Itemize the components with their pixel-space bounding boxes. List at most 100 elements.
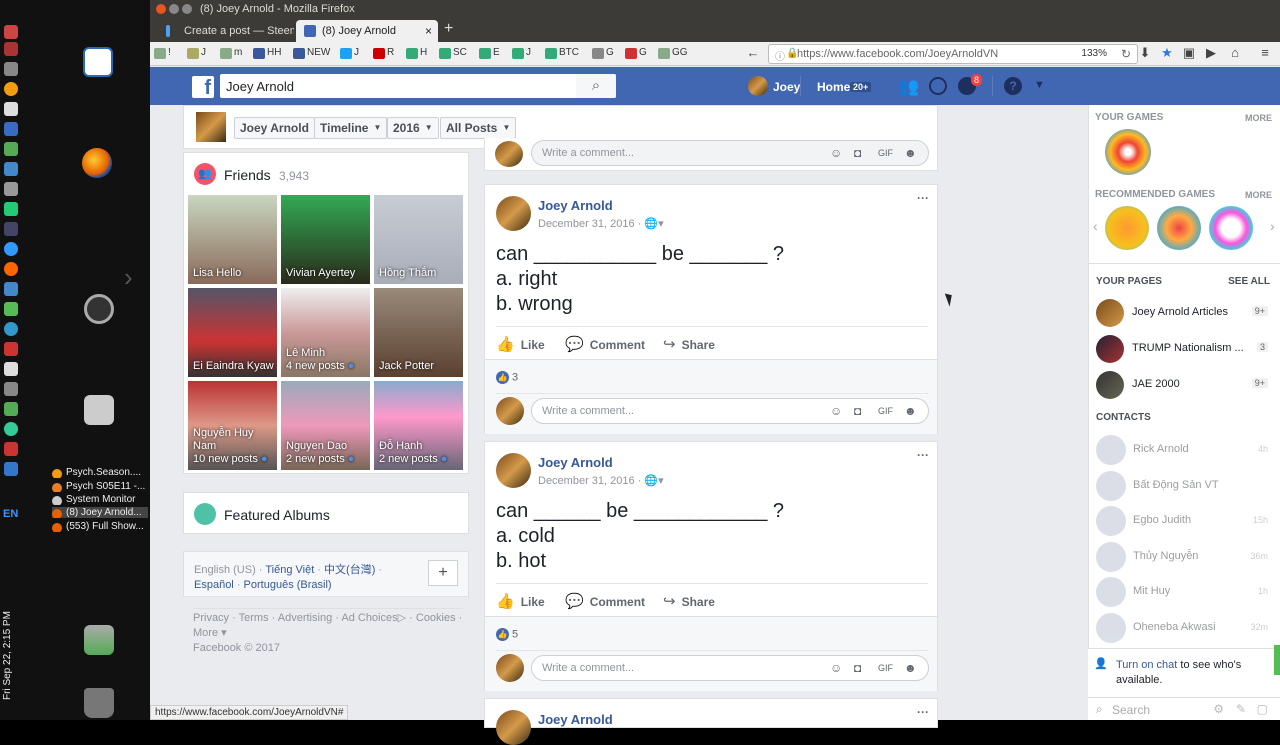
friend-requests-icon[interactable]: 👥 — [898, 77, 919, 97]
footer-link-privacy[interactable]: Privacy — [193, 612, 229, 624]
contact-item[interactable]: Rick Arnold 4h — [1096, 435, 1276, 465]
scrollbar-thumb[interactable] — [1274, 645, 1280, 675]
chevron-right-icon[interactable]: › — [124, 262, 133, 293]
privacy-globe-icon[interactable]: 🌐▾ — [644, 218, 663, 230]
window-titlebar[interactable]: (8) Joey Arnold - Mozilla Firefox — [150, 0, 1280, 18]
footer-link-advertising[interactable]: Advertising — [278, 612, 332, 624]
gif-icon[interactable]: GIF — [878, 148, 893, 158]
telegram-icon[interactable] — [4, 422, 18, 436]
comment-input[interactable]: Write a comment... ☺ ◘ GIF ☻ — [531, 398, 929, 424]
bookmark-icon[interactable] — [625, 48, 637, 59]
share-button[interactable]: ↪ Share — [663, 335, 715, 353]
friend-tile[interactable]: Nguyen Dao 2 new posts ● — [281, 381, 370, 470]
candy-crush-game-icon[interactable] — [1105, 129, 1151, 175]
bookmark-icon[interactable] — [293, 48, 305, 59]
bookmark-label[interactable]: GG — [672, 47, 688, 58]
post-author[interactable]: Joey Arnold — [538, 455, 613, 470]
comment-input[interactable]: Write a comment... ☺ ◘ GIF ☻ — [531, 655, 929, 681]
emoji-icon[interactable]: ☺ — [830, 661, 842, 675]
bitcoin-icon[interactable] — [4, 82, 18, 96]
maximize-window-icon[interactable] — [182, 4, 192, 14]
firefox-icon[interactable] — [4, 262, 18, 276]
download-icon[interactable]: ⬇ — [1138, 46, 1152, 60]
taskbar-window-item[interactable]: System Monitor — [52, 494, 148, 505]
expand-icon[interactable]: ▢ — [1257, 702, 1268, 716]
bookmark-label[interactable]: G — [606, 47, 614, 58]
app-launcher-icon[interactable] — [4, 25, 18, 39]
url-text[interactable]: https://www.facebook.com/JoeyArnoldVN — [797, 48, 998, 60]
bookmark-label[interactable]: R — [387, 47, 394, 58]
emoji-icon[interactable]: ☺ — [830, 146, 842, 160]
folder-icon[interactable] — [4, 282, 18, 296]
document-desktop-icon[interactable] — [83, 47, 113, 77]
app-launcher-icon[interactable] — [4, 382, 18, 396]
bookmark-label[interactable]: J — [201, 47, 206, 58]
taskbar-window-item[interactable]: Psych S05E11 -... — [52, 481, 148, 492]
trash-icon[interactable] — [84, 688, 114, 718]
gif-icon[interactable]: GIF — [878, 406, 893, 416]
taskbar-window-item[interactable]: (8) Joey Arnold... — [52, 507, 148, 518]
language-link[interactable]: Español — [194, 579, 234, 591]
document-icon[interactable] — [4, 102, 18, 116]
see-all-pages-link[interactable]: SEE ALL — [1228, 276, 1270, 287]
chevron-left-icon[interactable]: ‹ — [1093, 218, 1098, 234]
timeline-dropdown[interactable]: Timeline ▼ — [314, 117, 388, 139]
bookmark-label[interactable]: ! — [168, 47, 171, 58]
taskbar-window-item[interactable]: Psych.Season.... — [52, 467, 148, 478]
friends-title[interactable]: Friends — [224, 167, 271, 183]
help-icon[interactable]: ? — [1004, 77, 1022, 95]
close-window-icon[interactable] — [156, 4, 166, 14]
reload-icon[interactable]: ↻ — [1121, 47, 1131, 61]
firefox-desktop-icon[interactable] — [82, 148, 112, 178]
bookmark-icon[interactable] — [406, 48, 418, 59]
tab-steem[interactable]: Create a post — Steem — [158, 20, 294, 42]
game-icon[interactable] — [1105, 206, 1149, 250]
monitor-icon[interactable] — [4, 362, 18, 376]
app-launcher-icon[interactable] — [4, 162, 18, 176]
globe-icon[interactable] — [4, 242, 18, 256]
bookmark-icon[interactable] — [479, 48, 491, 59]
turn-on-chat-link[interactable]: Turn on chat — [1116, 659, 1177, 671]
sticker-icon[interactable]: ☻ — [904, 146, 917, 160]
bookmark-icon[interactable] — [658, 48, 670, 59]
friend-tile[interactable]: Lisa Hello — [188, 195, 277, 284]
bookmark-icon[interactable] — [187, 48, 199, 59]
bookmark-label[interactable]: m — [234, 47, 242, 58]
bookmark-icon[interactable] — [154, 48, 166, 59]
posts-filter-dropdown[interactable]: All Posts ▼ — [440, 117, 517, 139]
comment-button[interactable]: 💬 Comment — [565, 592, 645, 610]
chromium-icon[interactable] — [4, 322, 18, 336]
footer-link-more[interactable]: More — [193, 627, 218, 639]
friend-tile[interactable]: Hồng Thắm — [374, 195, 463, 284]
gif-icon[interactable]: GIF — [878, 663, 893, 673]
post-date[interactable]: December 31, 2016 · 🌐▾ — [538, 217, 664, 230]
footer-link-cookies[interactable]: Cookies — [416, 612, 456, 624]
camera-icon[interactable]: ◘ — [854, 661, 861, 675]
reactions-count[interactable]: 👍 5 — [496, 628, 518, 641]
info-icon[interactable]: ⓘ — [775, 48, 785, 63]
post-date[interactable]: December 31, 2016 · 🌐▾ — [538, 474, 664, 487]
like-button[interactable]: 👍 Like — [496, 592, 545, 610]
language-link[interactable]: Português (Brasil) — [244, 579, 332, 591]
youtube-icon[interactable]: ▶ — [1204, 46, 1218, 60]
profile-link[interactable]: Joey — [773, 80, 800, 94]
bookmark-label[interactable]: E — [493, 47, 500, 58]
author-avatar[interactable] — [496, 196, 531, 231]
footer-link-terms[interactable]: Terms — [239, 612, 269, 624]
library-icon[interactable]: ▣ — [1182, 46, 1196, 60]
game-icon[interactable] — [1157, 206, 1201, 250]
app-launcher-icon[interactable] — [4, 402, 18, 416]
author-avatar[interactable] — [496, 453, 531, 488]
bookmark-icon[interactable] — [220, 48, 232, 59]
profile-name-link[interactable]: Joey Arnold — [234, 117, 315, 139]
gear-icon[interactable]: ⚙ — [1213, 702, 1224, 716]
user-icon[interactable] — [84, 625, 114, 655]
like-button[interactable]: 👍 Like — [496, 335, 545, 353]
tab-facebook[interactable]: (8) Joey Arnold × — [296, 20, 438, 42]
comment-button[interactable]: 💬 Comment — [565, 335, 645, 353]
bookmark-icon[interactable] — [512, 48, 524, 59]
bookmark-icon[interactable] — [592, 48, 604, 59]
post-author[interactable]: Joey Arnold — [538, 198, 613, 213]
back-button[interactable]: ← — [746, 46, 760, 60]
search-icon[interactable]: ⌕ — [576, 74, 616, 98]
